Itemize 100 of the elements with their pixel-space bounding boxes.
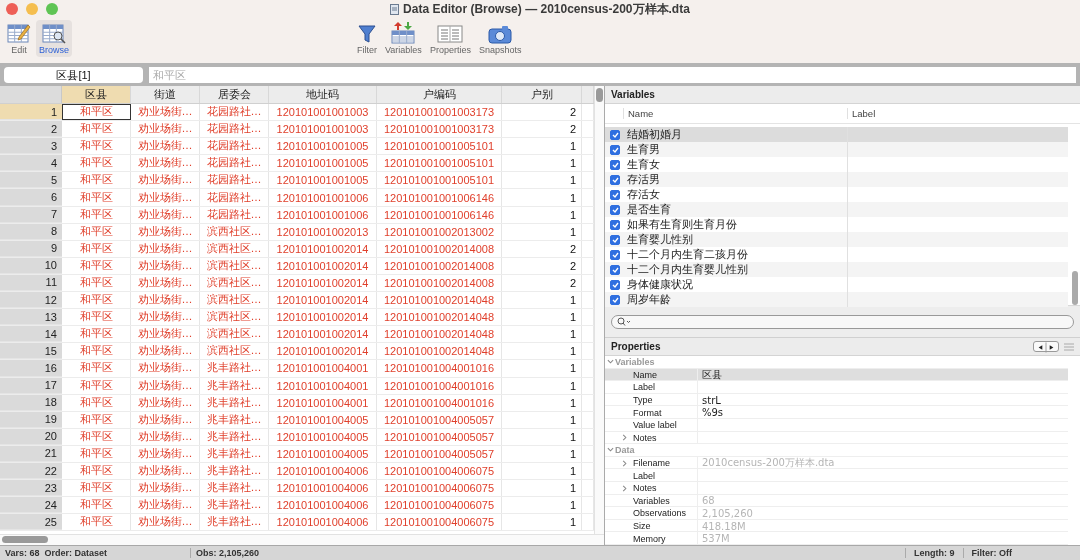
row-number[interactable]: 16 (0, 360, 62, 377)
checkbox[interactable] (610, 264, 620, 275)
status-text: Vars: 68 Order: Dataset (0, 548, 191, 558)
table-cell: 120101001004001016 (377, 394, 502, 411)
chevron-down-icon[interactable] (606, 358, 614, 366)
row-number[interactable]: 15 (0, 343, 62, 360)
toolbar-button[interactable]: Filter (354, 22, 380, 57)
toolbar-button[interactable]: Browse (36, 20, 72, 57)
table-cell: 120101001001003 (269, 121, 377, 138)
column-header[interactable]: 街道 (131, 86, 200, 103)
table-cell: 劝业场街… (131, 223, 200, 240)
column-header[interactable]: 户别 (502, 86, 582, 103)
table-cell: 和平区 (62, 377, 131, 394)
table-cell: 滨西社区… (200, 240, 269, 257)
table-cell: 1 (502, 172, 582, 189)
table-cell: 劝业场街… (131, 121, 200, 138)
table-cell: 和平区 (62, 155, 131, 172)
column-header[interactable]: 居委会 (200, 86, 269, 103)
table-cell: 滨西社区… (200, 343, 269, 360)
table-arrows-icon (391, 22, 416, 44)
variable-row[interactable]: 结婚初婚月 (605, 127, 1068, 142)
checkbox[interactable] (610, 294, 620, 305)
table-cell: 滨西社区… (200, 292, 269, 309)
column-header[interactable]: Name (623, 108, 847, 119)
table-cell: 1 (502, 480, 582, 497)
back-forward-buttons[interactable] (1033, 341, 1059, 352)
table-cell: 和平区 (62, 428, 131, 445)
property-name: Value label (633, 420, 678, 431)
variable-row[interactable]: 生育婴儿性别 (605, 232, 1068, 247)
checkbox[interactable] (610, 204, 620, 215)
table-cell: 120101001004006 (269, 497, 377, 514)
row-number[interactable]: 4 (0, 155, 62, 172)
status-text: Length: 9 (905, 548, 963, 558)
row-number[interactable]: 3 (0, 138, 62, 155)
table-cell: 1 (502, 462, 582, 480)
scrollbar[interactable] (0, 534, 604, 545)
table-cell: 和平区 (62, 343, 131, 360)
row-number[interactable]: 1 (0, 104, 62, 121)
row-number[interactable]: 13 (0, 309, 62, 326)
table-cell: 1 (502, 428, 582, 445)
table-cell: 和平区 (62, 257, 131, 274)
checkbox[interactable] (610, 174, 620, 185)
table-cell: 1 (502, 155, 582, 172)
zoom-button[interactable] (46, 3, 58, 15)
column-header[interactable]: Label (847, 108, 1080, 119)
checkbox[interactable] (610, 279, 620, 290)
chevron-right-icon[interactable] (620, 434, 628, 442)
scrollbar[interactable] (594, 86, 604, 534)
checkbox[interactable] (610, 189, 620, 200)
variable-row[interactable]: 生育男 (605, 142, 1068, 157)
variable-row[interactable]: 十二个月内生育婴儿性别 (605, 262, 1068, 277)
row-number[interactable]: 14 (0, 326, 62, 343)
toolbar-button[interactable]: Edit (4, 20, 34, 57)
variable-row[interactable]: 存活男 (605, 172, 1068, 187)
search-field[interactable] (611, 314, 1074, 329)
table-cell: 和平区 (62, 172, 131, 189)
table-cell: 120101001001005101 (377, 155, 502, 172)
table-cell: 120101001004001016 (377, 360, 502, 377)
property-name: Notes (633, 483, 658, 494)
row-number[interactable]: 2 (0, 121, 62, 138)
property-name: Filename (633, 458, 671, 469)
checkbox[interactable] (610, 219, 620, 230)
column-header[interactable]: 区县 (62, 86, 131, 103)
row-number[interactable]: 23 (0, 480, 62, 497)
close-button[interactable] (6, 3, 18, 15)
table-cell: 120101001004006075 (377, 497, 502, 514)
table-cell: 120101001004006 (269, 480, 377, 497)
table-cell: 劝业场街… (131, 104, 200, 121)
table-cell: 劝业场街… (131, 445, 200, 462)
checkbox[interactable] (610, 129, 620, 140)
table-cell: 120101001001003173 (377, 121, 502, 138)
toolbar-button[interactable]: Snapshots (475, 22, 525, 57)
row-number[interactable]: 24 (0, 497, 62, 514)
checkbox[interactable] (610, 159, 620, 170)
table-cell: 劝业场街… (131, 155, 200, 172)
row-number[interactable]: 12 (0, 292, 62, 309)
variable-row[interactable]: 周岁年龄 (605, 292, 1068, 307)
table-cell: 120101001004006075 (377, 480, 502, 497)
row-number[interactable]: 6 (0, 189, 62, 206)
row-number[interactable]: 25 (0, 514, 62, 531)
table-cell: 滨西社区… (200, 257, 269, 274)
checkbox[interactable] (610, 249, 620, 260)
minimize-button[interactable] (26, 3, 38, 15)
table-cell: 和平区 (62, 514, 131, 531)
table-cell: 120101001004006 (269, 462, 377, 480)
column-header[interactable]: 户编码 (377, 86, 502, 103)
property-name: Notes (633, 432, 658, 443)
toolbar-button[interactable]: Properties (426, 22, 474, 57)
checkbox[interactable] (610, 144, 620, 155)
variable-row[interactable]: 是否生育 (605, 202, 1068, 217)
column-header[interactable]: 地址码 (269, 86, 377, 103)
table-cell: 滨西社区… (200, 223, 269, 240)
toolbar-button[interactable]: Variables (382, 20, 425, 57)
property-name: Format (633, 407, 663, 418)
table-cell: 劝业场街… (131, 497, 200, 514)
scrollbar[interactable] (1072, 271, 1078, 305)
table-cell: 兆丰路社… (200, 411, 269, 428)
checkbox[interactable] (610, 234, 620, 245)
table-cell: 120101001004001 (269, 394, 377, 411)
row-number[interactable]: 5 (0, 172, 62, 189)
